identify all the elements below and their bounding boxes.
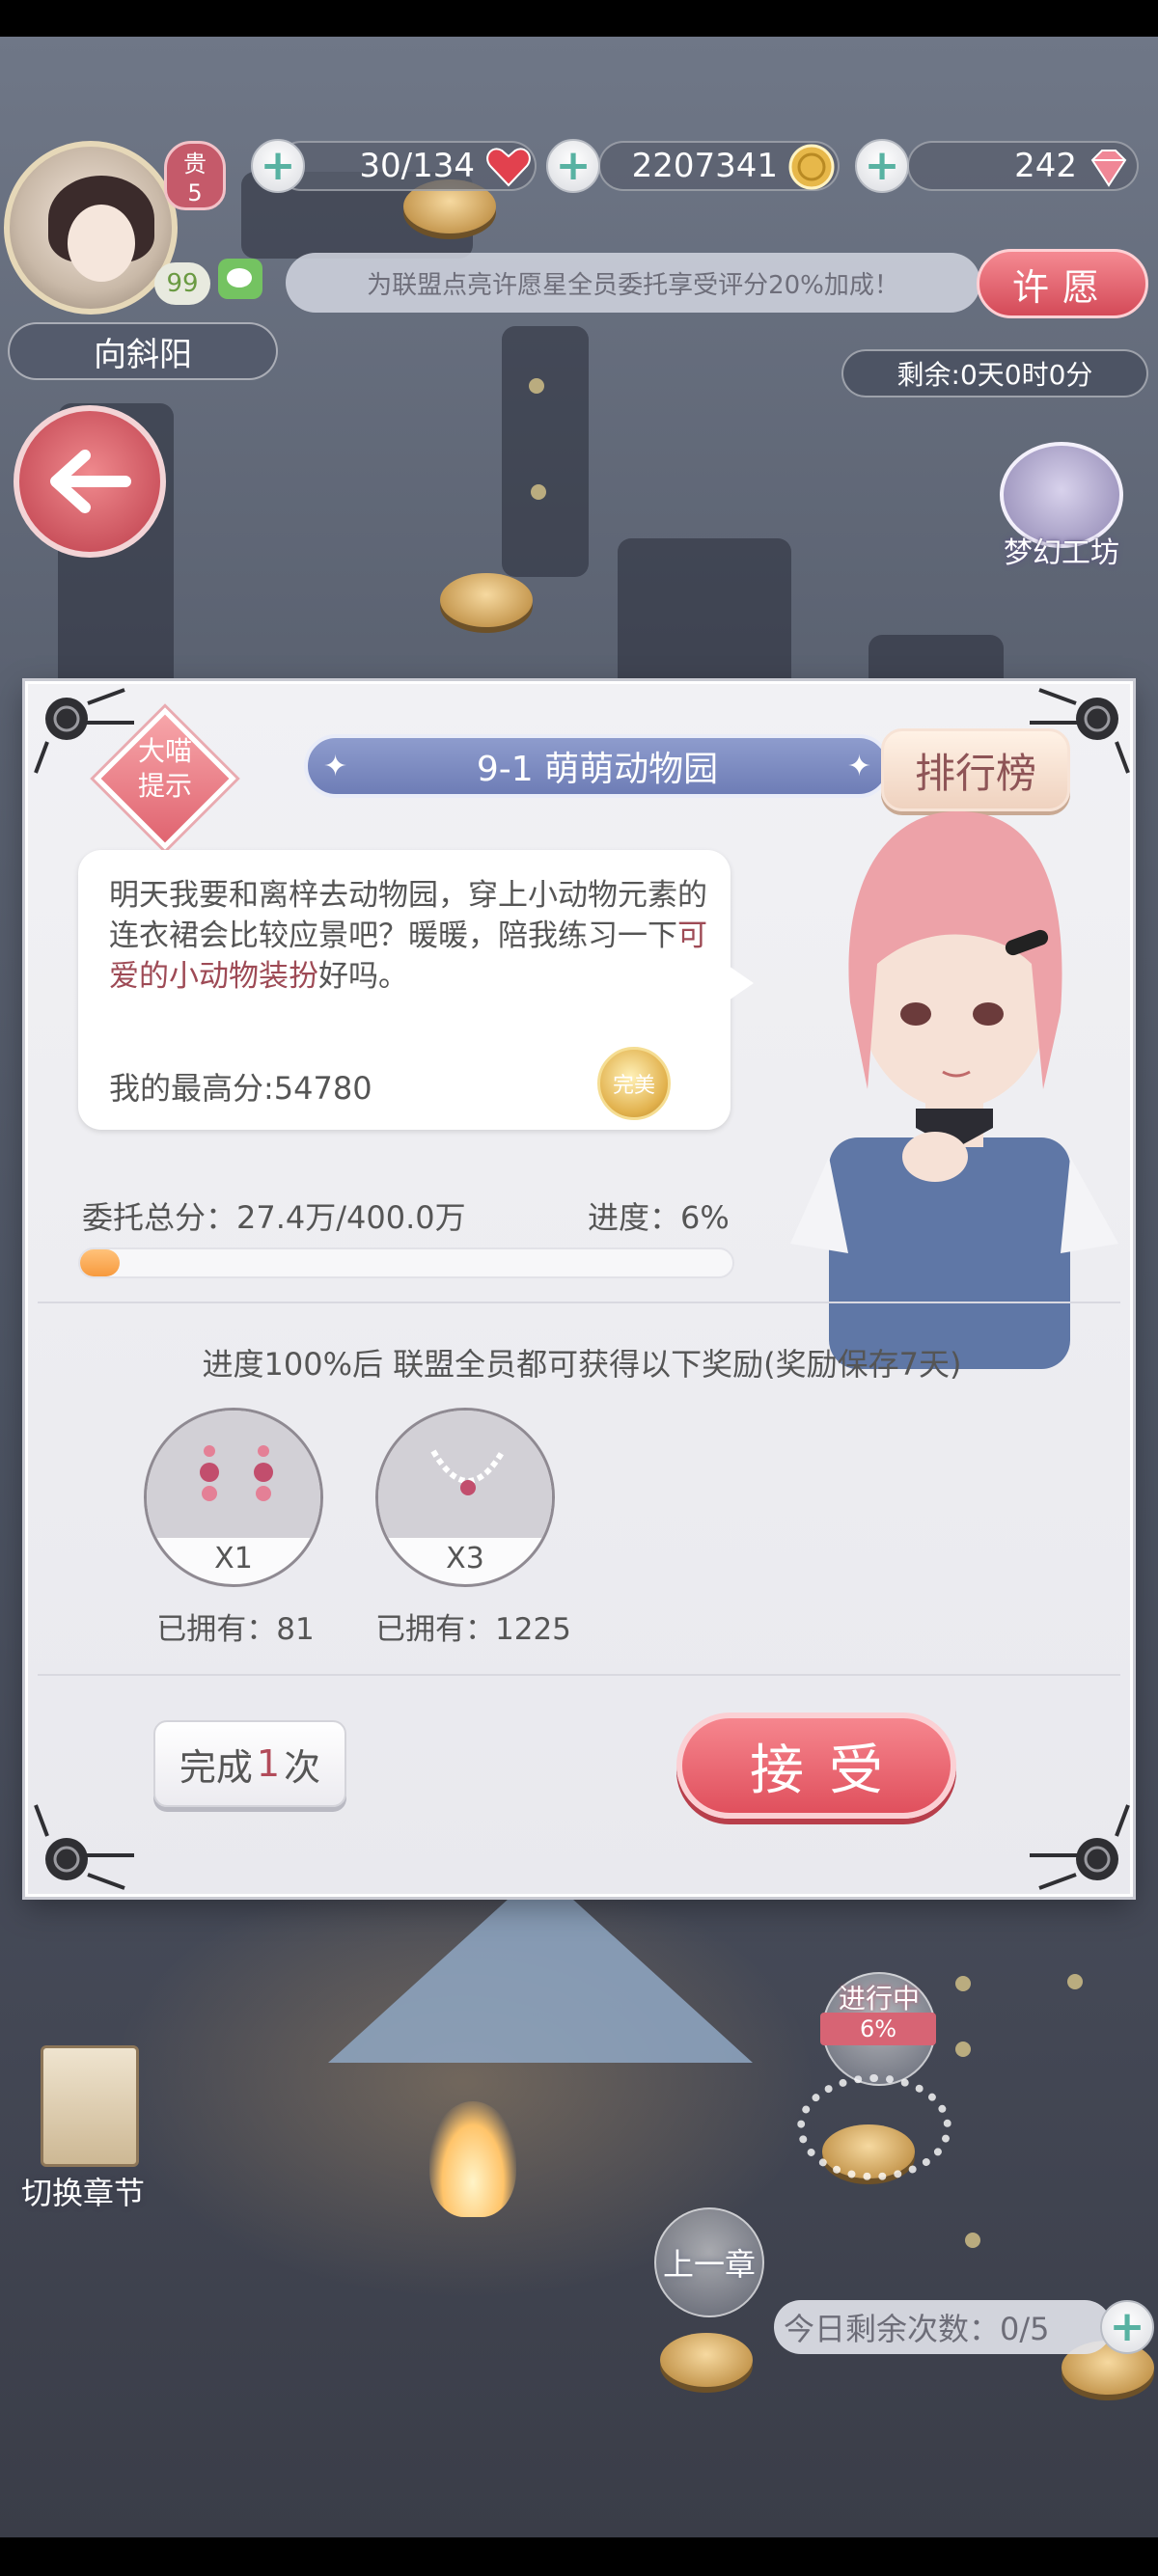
character-portrait xyxy=(790,810,1118,1369)
stage-title: ✦ 9-1 萌萌动物园 ✦ xyxy=(304,734,891,798)
complete-count-button[interactable]: 完成 1 次 xyxy=(153,1720,346,1807)
heart-icon xyxy=(486,148,531,187)
player-level-badge: 99 xyxy=(154,262,210,305)
player-name: 向斜阳 xyxy=(8,322,278,380)
sparkle-icon: ✦ xyxy=(846,750,871,783)
add-attempts-button[interactable]: + xyxy=(1100,2300,1154,2354)
divider xyxy=(38,1674,1120,1676)
player-avatar[interactable] xyxy=(4,141,178,315)
perfect-medal-icon: 完美 xyxy=(597,1047,671,1120)
in-progress-percent: 6% xyxy=(820,2013,936,2045)
add-gold-button[interactable]: + xyxy=(546,139,600,193)
in-progress-label: 进行中 xyxy=(838,1983,920,2014)
reward-owned: 已拥有：81 xyxy=(156,1612,315,1647)
divider xyxy=(38,1302,1120,1303)
stage-node-current[interactable] xyxy=(797,2074,951,2180)
reward-item[interactable]: X1 已拥有：81 xyxy=(144,1408,327,1648)
best-score: 我的最高分:54780 xyxy=(109,1070,372,1107)
progress-bar-fill xyxy=(80,1249,120,1276)
speech-bubble: 明天我要和离梓去动物园，穿上小动物元素的连衣裙会比较应景吧？暖暖，陪我练习一下可… xyxy=(78,850,754,1130)
previous-chapter-button[interactable]: 上一章 xyxy=(654,2207,764,2317)
commission-description: 明天我要和离梓去动物园，穿上小动物元素的连衣裙会比较应景吧？暖暖，陪我练习一下可… xyxy=(109,878,707,994)
campfire xyxy=(429,2101,516,2217)
reward-item[interactable]: X3 已拥有：1225 xyxy=(375,1408,571,1648)
back-button[interactable] xyxy=(14,405,166,558)
dream-workshop-button[interactable]: 梦幻工坊 xyxy=(994,442,1129,577)
necklace-icon xyxy=(430,1449,506,1495)
add-stamina-button[interactable]: + xyxy=(251,139,305,193)
earrings-icon xyxy=(200,1445,273,1501)
vip-badge[interactable]: 贵 5 xyxy=(164,141,226,210)
remaining-attempts: 今日剩余次数：0/5 xyxy=(774,2300,1112,2354)
commission-dialog: 大喵 提示 ✦ 9-1 萌萌动物园 ✦ 排行榜 明天我要和离梓去动物园，穿上小动… xyxy=(25,681,1133,1897)
rose-corner-ornament xyxy=(34,1804,134,1890)
rose-corner-ornament xyxy=(1030,1804,1130,1890)
announcement-banner: 为联盟点亮许愿星全员委托享受评分20%加成！ xyxy=(286,253,980,313)
reward-note: 进度100%后 联盟全员都可获得以下奖励(奖励保存7天) xyxy=(202,1346,962,1383)
diamond-value: 242 xyxy=(1014,147,1077,185)
reward-owned: 已拥有：1225 xyxy=(375,1612,571,1647)
diamond-icon xyxy=(1090,150,1127,187)
tent xyxy=(328,1870,753,2063)
chapter-book-icon[interactable] xyxy=(41,2045,139,2167)
arrow-left-icon xyxy=(50,450,131,513)
progress-label: 进度：6% xyxy=(588,1199,730,1236)
remaining-time: 剩余:0天0时0分 xyxy=(841,349,1148,397)
gold-value: 2207341 xyxy=(631,147,778,185)
gold-coin-icon xyxy=(788,144,835,190)
stamina-value: 30/134 xyxy=(359,147,475,185)
switch-chapter-button[interactable]: 切换章节 xyxy=(21,2169,145,2213)
wechat-icon[interactable] xyxy=(218,259,262,299)
accept-button[interactable]: 接受 xyxy=(676,1713,956,1819)
wish-button[interactable]: 许愿 xyxy=(977,249,1148,318)
total-score: 委托总分：27.4万/400.0万 xyxy=(82,1199,466,1236)
sparkle-icon: ✦ xyxy=(323,750,348,783)
progress-bar xyxy=(78,1247,734,1278)
add-diamond-button[interactable]: + xyxy=(855,139,909,193)
